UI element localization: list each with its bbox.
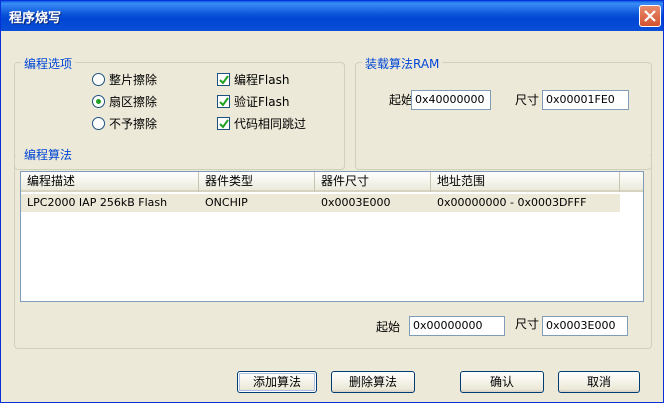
checkmark-icon: [219, 75, 229, 85]
checkmark-icon: [219, 119, 229, 129]
check-verify-flash-label: 验证Flash: [234, 95, 290, 109]
check-skip-same-code[interactable]: 代码相同跳过: [217, 115, 306, 132]
algorithm-list[interactable]: 编程描述 器件类型 器件尺寸 地址范围 LPC2000 IAP 256kB Fl…: [20, 171, 644, 302]
check-skip-same-code-box: [217, 117, 230, 130]
add-algorithm-button[interactable]: 添加算法: [237, 371, 317, 393]
window-title: 程序烧写: [9, 11, 62, 26]
check-skip-same-code-label: 代码相同跳过: [234, 117, 307, 131]
remove-algorithm-button[interactable]: 删除算法: [331, 371, 415, 393]
radio-no-erase-label: 不予擦除: [109, 117, 158, 131]
load-ram-legend: 装载算法RAM: [362, 55, 443, 72]
ram-size-input[interactable]: 0x00001FE0: [542, 90, 629, 110]
ram-size-label: 尺寸: [515, 93, 540, 107]
table-row[interactable]: LPC2000 IAP 256kB Flash ONCHIP 0x0003E00…: [21, 194, 620, 212]
program-dialog: 程序烧写 编程选项 整片擦除 扇区擦除 不予擦除 编程Flash 验证Flash…: [0, 0, 664, 403]
check-verify-flash[interactable]: 验证Flash: [217, 93, 289, 110]
radio-full-erase-indicator: [92, 73, 105, 86]
cell-device-size: 0x0003E000: [321, 196, 391, 209]
close-button[interactable]: [639, 5, 661, 27]
radio-no-erase-indicator: [92, 117, 105, 130]
column-header-device-size[interactable]: 器件尺寸: [315, 172, 431, 192]
check-program-flash-label: 编程Flash: [234, 73, 290, 87]
radio-full-erase-label: 整片擦除: [109, 73, 158, 87]
algorithm-list-header: 编程描述 器件类型 器件尺寸 地址范围: [21, 172, 643, 192]
column-header-description[interactable]: 编程描述: [21, 172, 199, 192]
column-header-address-range[interactable]: 地址范围: [431, 172, 620, 192]
title-bar[interactable]: 程序烧写: [1, 1, 663, 31]
program-options-legend: 编程选项: [21, 55, 76, 72]
column-header-device-type[interactable]: 器件类型: [199, 172, 315, 192]
radio-sector-erase-label: 扇区擦除: [109, 95, 158, 109]
cancel-button[interactable]: 取消: [558, 371, 640, 393]
radio-sector-erase[interactable]: 扇区擦除: [92, 93, 157, 110]
ram-start-label: 起始: [389, 93, 414, 107]
algo-start-label: 起始: [376, 320, 401, 334]
algo-size-label: 尺寸: [515, 317, 540, 331]
cell-description: LPC2000 IAP 256kB Flash: [27, 196, 168, 209]
ok-button[interactable]: 确认: [460, 371, 544, 393]
check-program-flash[interactable]: 编程Flash: [217, 71, 289, 88]
algorithm-legend: 编程算法: [21, 146, 76, 163]
ram-start-input[interactable]: 0x40000000: [411, 90, 491, 110]
radio-sector-erase-indicator: [92, 95, 105, 108]
check-program-flash-box: [217, 73, 230, 86]
cell-address-range: 0x00000000 - 0x0003DFFF: [437, 196, 587, 209]
checkmark-icon: [219, 97, 229, 107]
algo-size-input[interactable]: 0x0003E000: [542, 316, 628, 336]
algo-start-input[interactable]: 0x00000000: [409, 316, 505, 336]
check-verify-flash-box: [217, 95, 230, 108]
cell-device-type: ONCHIP: [205, 196, 248, 209]
radio-full-erase[interactable]: 整片擦除: [92, 71, 157, 88]
dialog-body: 编程选项 整片擦除 扇区擦除 不予擦除 编程Flash 验证Flash 代码相同…: [5, 31, 659, 399]
close-icon: [644, 10, 656, 22]
radio-no-erase[interactable]: 不予擦除: [92, 115, 157, 132]
